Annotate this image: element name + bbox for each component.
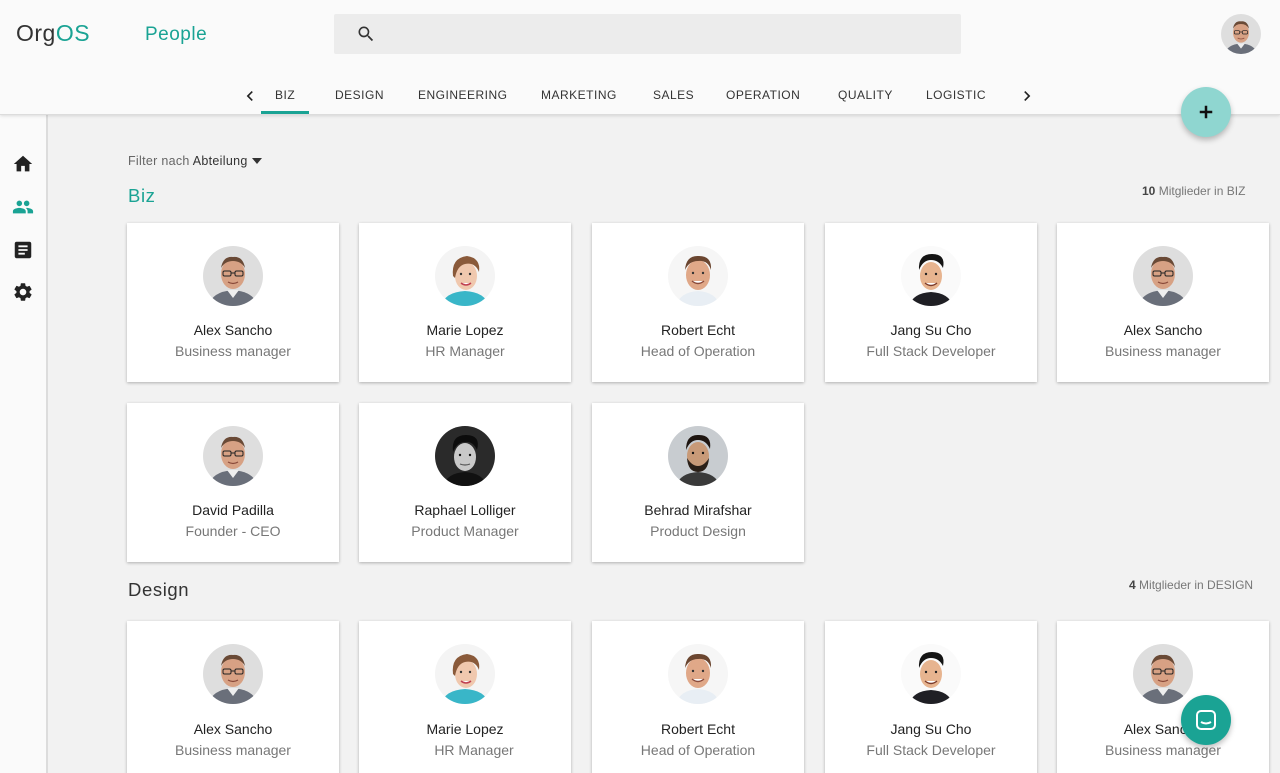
person-card[interactable]: Robert Echt Head of Operation	[592, 223, 804, 382]
avatar	[203, 426, 263, 486]
person-name: Marie Lopez	[426, 721, 504, 737]
top-app-bar: OrgOS People BIZ DESIGN ENGINEERING MARK…	[0, 0, 1280, 115]
avatar	[1133, 644, 1193, 704]
person-name: Raphael Lolliger	[414, 502, 516, 518]
person-card[interactable]: Raphael Lolliger Product Manager	[359, 403, 571, 562]
person-card[interactable]: David Padilla Founder - CEO	[127, 403, 339, 562]
member-count-design: 4 Mitglieder in DESIGN	[1129, 578, 1254, 592]
chevron-left-icon[interactable]	[240, 85, 260, 107]
chat-icon	[1196, 710, 1216, 730]
person-role: Head of Operation	[640, 343, 756, 359]
avatar	[668, 426, 728, 486]
chevron-right-icon[interactable]	[1017, 85, 1037, 107]
avatar	[901, 644, 961, 704]
avatar	[203, 246, 263, 306]
person-role: Head of Operation	[640, 742, 756, 758]
person-name: Alex Sancho	[1123, 721, 1203, 737]
sidebar-nav	[0, 115, 48, 773]
person-card[interactable]: Alex Sancho Business manager	[127, 621, 339, 773]
avatar	[668, 644, 728, 704]
person-role: Business manager	[175, 742, 291, 758]
avatar	[668, 246, 728, 306]
person-card[interactable]: Behrad Mirafshar Product Design	[592, 403, 804, 562]
page-title: People	[145, 24, 208, 45]
person-role: Business manager	[175, 343, 291, 359]
person-name: Alex Sancho	[1123, 322, 1203, 338]
person-card[interactable]: Marie Lopez HR Manager	[359, 621, 571, 773]
person-name: Alex Sancho	[193, 721, 273, 737]
app-logo[interactable]: OrgOS	[16, 20, 90, 47]
person-role: Full Stack Developer	[866, 343, 996, 359]
group-title-biz: Biz	[128, 185, 156, 206]
person-card[interactable]: Jang Su Cho Full Stack Developer	[825, 223, 1037, 382]
person-name: Jang Su Cho	[890, 322, 972, 338]
tab-operation[interactable]: OPERATION	[726, 88, 800, 102]
active-tab-indicator	[261, 111, 309, 114]
member-count-biz: 10 Mitglieder in BIZ	[1142, 184, 1246, 198]
avatar	[435, 426, 495, 486]
tab-engineering[interactable]: ENGINEERING	[418, 88, 508, 102]
person-name: Behrad Mirafshar	[644, 502, 752, 518]
person-role: Product Manager	[411, 523, 519, 539]
avatar	[901, 246, 961, 306]
avatar	[435, 644, 495, 704]
person-name: David Padilla	[192, 502, 274, 518]
add-person-button[interactable]	[1181, 87, 1231, 137]
person-role: Business manager	[1105, 742, 1221, 758]
tab-quality[interactable]: QUALITY	[838, 88, 893, 102]
avatar	[435, 246, 495, 306]
tab-design[interactable]: DESIGN	[335, 88, 384, 102]
user-avatar[interactable]	[1221, 14, 1261, 54]
person-role: Full Stack Developer	[866, 742, 996, 758]
person-name: Robert Echt	[661, 721, 735, 737]
person-card[interactable]: Alex Sancho Business manager	[1057, 223, 1269, 382]
tab-biz[interactable]: BIZ	[275, 88, 295, 102]
person-card[interactable]: Robert Echt Head of Operation	[592, 621, 804, 773]
search-icon[interactable]	[356, 24, 376, 44]
tab-logistic[interactable]: LOGISTIC	[926, 88, 986, 102]
person-name: Robert Echt	[661, 322, 735, 338]
caret-down-icon[interactable]	[251, 158, 262, 164]
search-bar[interactable]	[334, 14, 961, 54]
avatar	[1133, 246, 1193, 306]
person-role: Business manager	[1105, 343, 1221, 359]
person-role: Founder - CEO	[185, 523, 281, 539]
article-icon[interactable]	[12, 239, 34, 261]
person-name: Jang Su Cho	[890, 721, 972, 737]
chat-button[interactable]	[1181, 695, 1231, 745]
person-card[interactable]: Jang Su Cho Full Stack Developer	[825, 621, 1037, 773]
tab-marketing[interactable]: MARKETING	[541, 88, 617, 102]
people-icon[interactable]	[12, 196, 34, 218]
avatar	[203, 644, 263, 704]
group-title-design: Design	[128, 579, 190, 600]
add-icon	[1199, 105, 1213, 119]
settings-icon[interactable]	[12, 281, 34, 303]
search-input[interactable]	[390, 14, 950, 54]
department-filter[interactable]: Filter nach Abteilung	[128, 154, 262, 168]
person-role: Product Design	[650, 523, 746, 539]
person-card[interactable]: Marie Lopez HR Manager	[359, 223, 571, 382]
department-tabs: BIZ DESIGN ENGINEERING MARKETING SALES O…	[240, 78, 1040, 115]
home-icon[interactable]	[12, 153, 34, 175]
person-card[interactable]: Alex Sancho Business manager	[1057, 621, 1269, 773]
person-role: HR Manager	[425, 343, 505, 359]
person-card[interactable]: Alex Sancho Business manager	[127, 223, 339, 382]
person-name: Marie Lopez	[426, 322, 504, 338]
filter-select[interactable]: Abteilung	[193, 154, 248, 168]
tab-sales[interactable]: SALES	[653, 88, 694, 102]
person-name: Alex Sancho	[193, 322, 273, 338]
person-role: HR Manager	[434, 742, 514, 758]
